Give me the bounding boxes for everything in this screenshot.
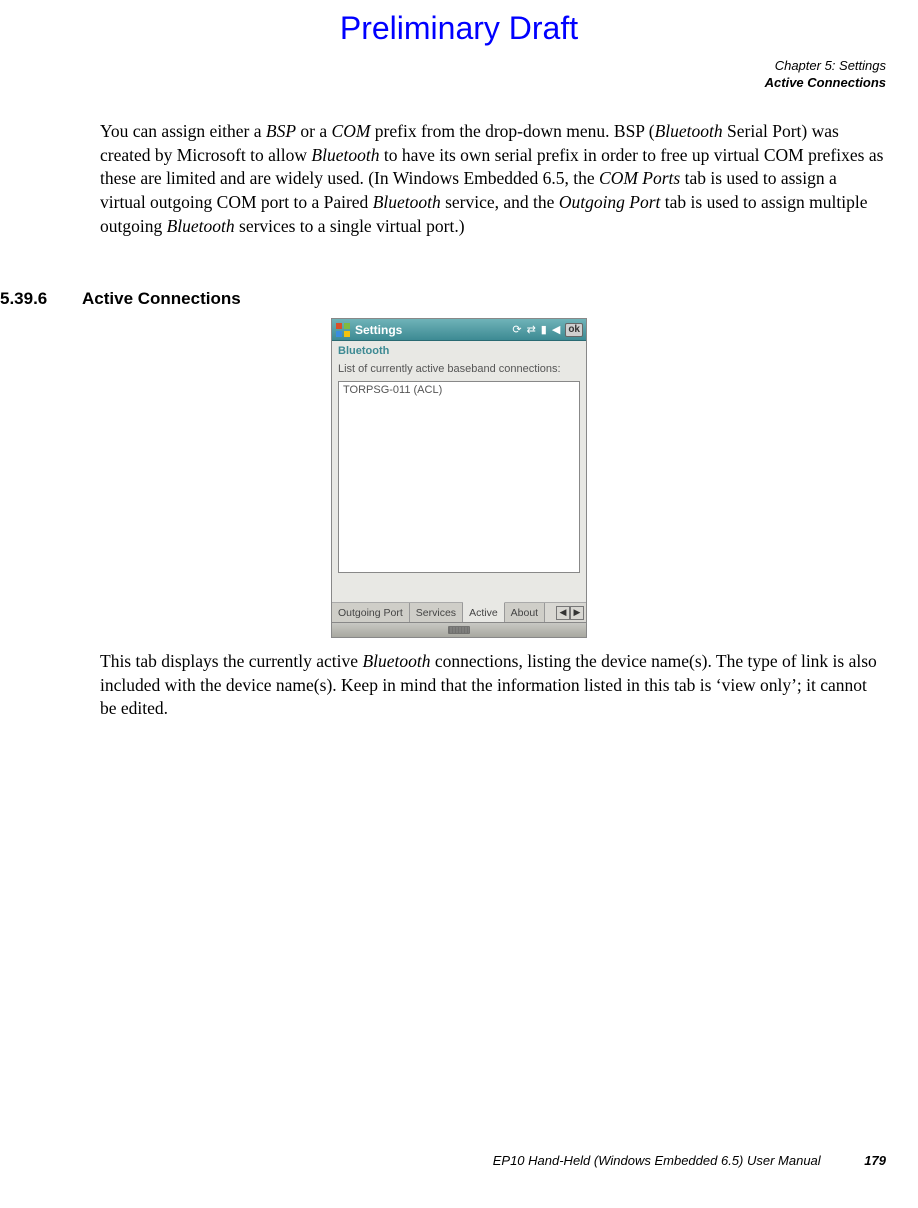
sync-icon: ⟳ [512,323,521,336]
para1-i1: BSP [266,121,296,141]
window-titlebar: Settings ⟳ ⇄ ▮ ◀ ok [332,319,586,341]
bluetooth-panel-body: List of currently active baseband connec… [332,359,586,575]
para1-t3: prefix from the drop-down menu. BSP ( [370,121,654,141]
page-footer: EP10 Hand-Held (Windows Embedded 6.5) Us… [493,1153,886,1168]
para1-t9: services to a single virtual port.) [235,216,465,236]
section-title: Active Connections [82,289,241,309]
tab-strip: Outgoing Port Services Active About ◀ ▶ [332,602,586,622]
para1-i6: Bluetooth [373,192,441,212]
tab-services[interactable]: Services [410,603,463,622]
window-title-text: Settings [355,323,402,337]
page-header-right: Chapter 5: Settings Active Connections [765,58,886,92]
sip-bar [332,622,586,637]
volume-icon: ◀ [552,323,560,336]
para1-i8: Bluetooth [167,216,235,236]
list-item[interactable]: TORPSG-011 (ACL) [340,383,578,397]
para1-i7: Outgoing Port [559,192,661,212]
tab-scroll-left-button[interactable]: ◀ [556,606,570,620]
titlebar-left: Settings [335,322,402,338]
tab-scroll-arrows: ◀ ▶ [554,603,586,622]
header-chapter-text: Chapter 5: Settings [765,58,886,75]
tab-outgoing-port[interactable]: Outgoing Port [332,603,410,622]
page-number: 179 [864,1153,886,1168]
network-icon: ⇄ [527,323,536,336]
para1-i4: Bluetooth [311,145,379,165]
manual-title-text: EP10 Hand-Held (Windows Embedded 6.5) Us… [493,1153,821,1168]
para1-t2: or a [296,121,331,141]
tab-scroll-right-button[interactable]: ▶ [570,606,584,620]
intro-paragraph: You can assign either a BSP or a COM pre… [100,120,886,238]
para2-i1: Bluetooth [362,651,430,671]
section-number: 5.39.6 [0,289,47,309]
para1-t1: You can assign either a [100,121,266,141]
bluetooth-heading: Bluetooth [332,341,586,359]
para1-i5: COM Ports [599,168,680,188]
bluetooth-settings-screenshot: Settings ⟳ ⇄ ▮ ◀ ok Bluetooth List of cu… [331,318,587,638]
windows-logo-icon [335,322,351,338]
description-paragraph: This tab displays the currently active B… [100,650,886,721]
header-section-text: Active Connections [765,75,886,92]
signal-icon: ▮ [541,323,547,336]
para2-t1: This tab displays the currently active [100,651,362,671]
para1-t7: service, and the [441,192,559,212]
keyboard-icon[interactable] [448,626,470,634]
connections-caption: List of currently active baseband connec… [338,361,580,381]
titlebar-status-area: ⟳ ⇄ ▮ ◀ ok [512,323,583,337]
para1-i2: COM [332,121,371,141]
ok-button[interactable]: ok [565,323,583,337]
para1-i3: Bluetooth [655,121,723,141]
draft-watermark: Preliminary Draft [0,10,918,47]
tab-about[interactable]: About [505,603,545,622]
active-connections-list[interactable]: TORPSG-011 (ACL) [338,381,580,573]
tab-active[interactable]: Active [463,602,505,622]
